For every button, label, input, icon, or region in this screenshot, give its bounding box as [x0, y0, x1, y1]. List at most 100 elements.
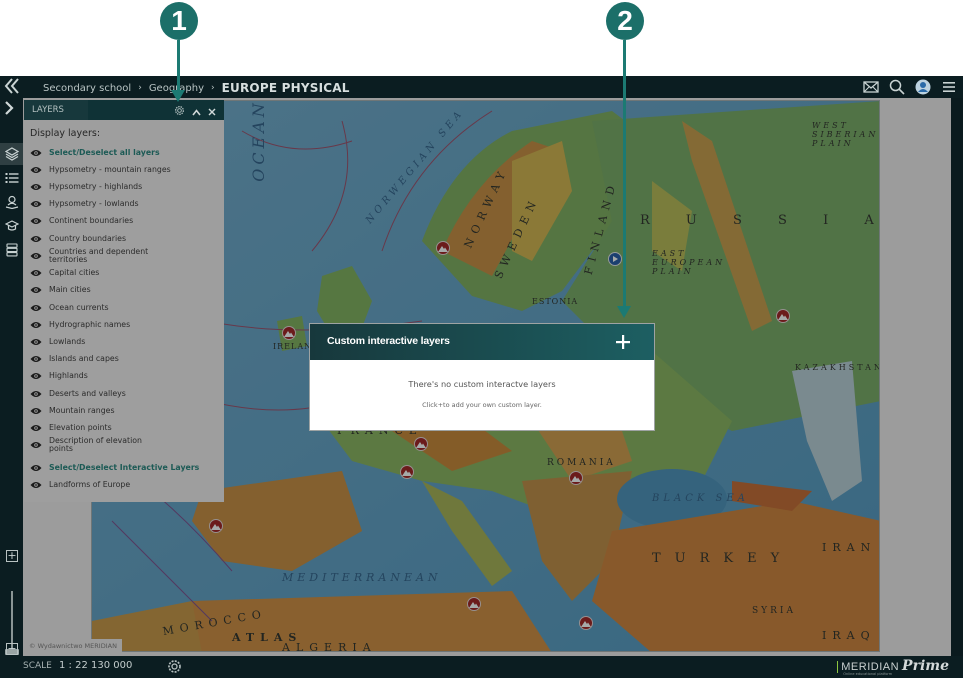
- eye-icon: [30, 464, 42, 471]
- gear-icon: [168, 660, 181, 673]
- layer-group-toggle[interactable]: Select/Deselect Interactive Layers: [30, 459, 220, 476]
- layer-item[interactable]: Deserts and valleys: [30, 385, 220, 402]
- layer-item-label: Highlands: [49, 371, 88, 381]
- layers-panel-header: LAYERS: [24, 100, 224, 120]
- layer-item-label: Deserts and valleys: [49, 388, 126, 398]
- collapse-sidebar-button[interactable]: [4, 77, 22, 97]
- scale-label: SCALE: [23, 661, 52, 671]
- chevron-up-icon: [192, 108, 201, 115]
- layers-panel-controls: [174, 103, 216, 117]
- user-avatar-icon: [915, 79, 931, 95]
- layer-item[interactable]: Hypsometry - mountain ranges: [30, 161, 220, 178]
- messages-button[interactable]: [863, 79, 879, 95]
- eye-icon: [30, 218, 42, 225]
- display-layers-heading: Display layers:: [30, 128, 101, 139]
- search-icon: [889, 79, 905, 95]
- layer-group-toggle[interactable]: Select/Deselect all layers: [30, 144, 220, 161]
- eye-icon: [30, 356, 42, 363]
- eye-icon: [30, 442, 42, 449]
- layer-item[interactable]: Country boundaries: [30, 230, 220, 247]
- eye-icon: [30, 424, 42, 431]
- user-account-button[interactable]: [915, 79, 931, 95]
- brand-tagline: Online educational platform: [843, 672, 893, 676]
- rail-layers-button[interactable]: [0, 143, 23, 165]
- layer-item[interactable]: Continent boundaries: [30, 213, 220, 230]
- search-button[interactable]: [889, 79, 905, 95]
- layer-item-label: Capital cities: [49, 268, 100, 278]
- eye-icon: [30, 481, 42, 488]
- layer-item[interactable]: Highlands: [30, 368, 220, 385]
- rail-legend-button[interactable]: [0, 167, 23, 189]
- layer-item[interactable]: Landforms of Europe: [30, 476, 220, 493]
- layer-item-label: Mountain ranges: [49, 405, 115, 415]
- app-window: Secondary school › Geography › EUROPE PH…: [0, 76, 963, 678]
- layers-tab[interactable]: LAYERS: [24, 100, 88, 120]
- plus-icon: [616, 335, 630, 349]
- eye-icon: [30, 321, 42, 328]
- eye-icon: [30, 235, 42, 242]
- layer-item-label: Continent boundaries: [49, 216, 134, 226]
- screenshot-stage: 1 2 Secondary school › Geography › EUROP…: [0, 0, 963, 678]
- expand-panel-button[interactable]: [4, 101, 14, 119]
- layer-item-label: Lowlands: [49, 336, 86, 346]
- layer-item-label: Country boundaries: [49, 233, 127, 243]
- layer-item[interactable]: Main cities: [30, 282, 220, 299]
- layer-list: Select/Deselect all layers Hypsometry - m…: [30, 144, 220, 493]
- zoom-in-button[interactable]: +: [6, 550, 18, 562]
- layer-item-label: Ocean currents: [49, 302, 109, 312]
- rail-stack-button[interactable]: [0, 239, 23, 261]
- empty-state-hint: Click+to add your own custom layer.: [422, 401, 542, 409]
- main-menu-button[interactable]: [941, 79, 957, 95]
- breadcrumb: Secondary school › Geography › EUROPE PH…: [43, 80, 350, 96]
- map-settings-button[interactable]: [167, 659, 182, 674]
- layer-item[interactable]: Description of elevation points: [30, 437, 220, 455]
- layer-item[interactable]: Countries and dependent territories: [30, 247, 220, 265]
- layers-icon: [4, 147, 19, 161]
- eye-icon: [30, 287, 42, 294]
- gear-icon: [175, 105, 184, 115]
- layer-item[interactable]: Elevation points: [30, 419, 220, 436]
- layer-group-toggle-label: Select/Deselect Interactive Layers: [49, 462, 200, 472]
- collapse-panel-button[interactable]: [192, 101, 201, 120]
- brand-suffix: Prime: [902, 658, 949, 674]
- empty-state-message: There's no custom interactve layers: [408, 379, 556, 389]
- layer-item[interactable]: Mountain ranges: [30, 402, 220, 419]
- layer-item-label: Hydrographic names: [49, 319, 131, 329]
- page-title: EUROPE PHYSICAL: [221, 81, 350, 95]
- zoom-out-button[interactable]: −: [6, 643, 18, 655]
- custom-layers-title: Custom interactive layers: [327, 335, 450, 347]
- custom-layers-add-button[interactable]: [612, 330, 634, 352]
- eye-icon: [30, 149, 42, 156]
- layer-item-label: Hypsometry - lowlands: [49, 199, 139, 209]
- close-icon: [208, 108, 216, 115]
- layer-item-label: Main cities: [49, 285, 91, 295]
- chevron-right-icon: [5, 101, 14, 115]
- callout-arrow-2: [617, 306, 631, 318]
- stack-icon: [5, 243, 18, 257]
- double-chevron-left-icon: [4, 78, 19, 94]
- layer-item[interactable]: Hydrographic names: [30, 316, 220, 333]
- menu-icon: [943, 82, 955, 92]
- rail-education-button[interactable]: [0, 215, 23, 237]
- breadcrumb-secondary-school[interactable]: Secondary school: [43, 83, 131, 94]
- layer-group-toggle-label: Select/Deselect all layers: [49, 147, 160, 157]
- layer-item[interactable]: Lowlands: [30, 333, 220, 350]
- layer-item[interactable]: Hypsometry - highlands: [30, 178, 220, 195]
- layers-settings-gear[interactable]: [174, 101, 185, 120]
- layer-item[interactable]: Hypsometry - lowlands: [30, 196, 220, 213]
- layer-item[interactable]: Capital cities: [30, 265, 220, 282]
- eye-icon: [30, 166, 42, 173]
- close-panel-button[interactable]: [208, 101, 216, 120]
- graduation-cap-icon: [4, 220, 19, 231]
- meridian-prime-logo: MERIDIAN Prime Online educational platfo…: [837, 658, 949, 676]
- callout-line-1: [177, 40, 180, 92]
- mail-icon: [863, 81, 879, 93]
- eye-icon: [30, 201, 42, 208]
- layers-panel: LAYERS Display layers: Select/Deselect a…: [24, 100, 224, 502]
- layer-item[interactable]: Islands and capes: [30, 351, 220, 368]
- layer-item[interactable]: Ocean currents: [30, 299, 220, 316]
- breadcrumb-separator: ›: [138, 83, 142, 93]
- left-tool-rail: + −: [0, 98, 23, 660]
- layer-item-label: Hypsometry - mountain ranges: [49, 164, 171, 174]
- rail-map-pin-button[interactable]: [0, 191, 23, 213]
